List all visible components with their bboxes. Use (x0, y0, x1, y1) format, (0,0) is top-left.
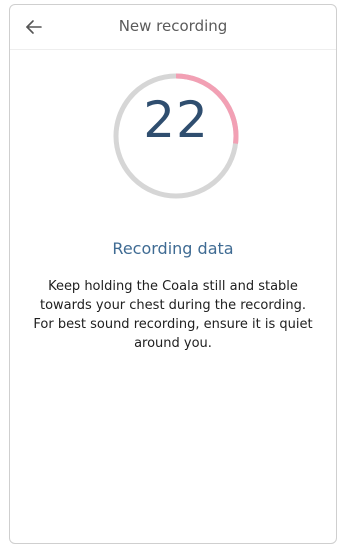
recording-status: Recording data (112, 239, 234, 258)
countdown-timer: 22 (111, 71, 241, 201)
page-title: New recording (118, 17, 228, 35)
app-screen: New recording 22 Recording data Keep hol… (9, 4, 337, 544)
recording-instructions: Keep holding the Coala still and stable … (33, 279, 313, 351)
top-bar: New recording (10, 5, 336, 50)
timer-value: 22 (143, 91, 209, 149)
